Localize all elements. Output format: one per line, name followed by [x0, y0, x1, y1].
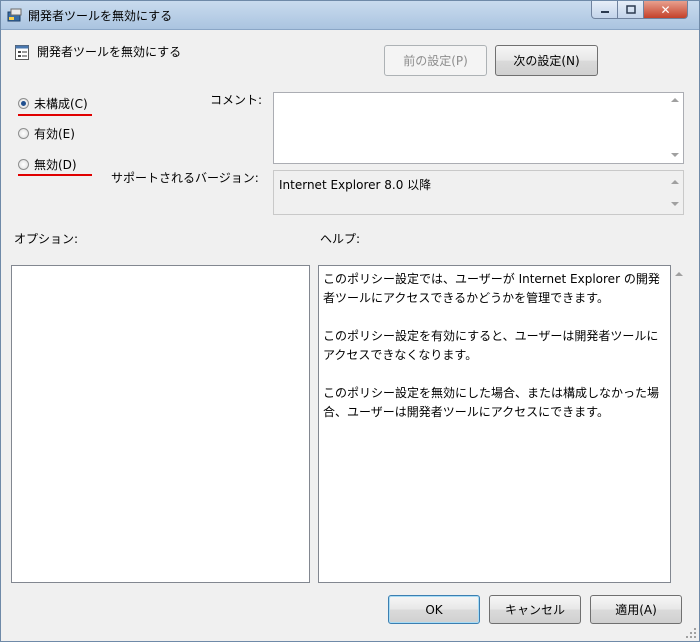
help-label: ヘルプ:	[320, 232, 361, 246]
scroll-down-icon[interactable]	[671, 202, 679, 206]
policy-title: 開発者ツールを無効にする	[37, 45, 182, 59]
options-panel	[11, 265, 310, 583]
help-panel: このポリシー設定では、ユーザーが Internet Explorer の開発者ツ…	[318, 265, 671, 583]
radio-disabled[interactable]: 無効(D)	[18, 156, 77, 173]
maximize-button[interactable]	[617, 1, 644, 19]
ok-button[interactable]: OK	[388, 595, 480, 624]
scroll-up-icon[interactable]	[675, 272, 683, 276]
supported-label: サポートされるバージョン:	[111, 171, 259, 185]
minimize-button[interactable]	[591, 1, 618, 19]
radio-label: 無効(D)	[34, 158, 77, 172]
help-paragraph: このポリシー設定を無効にした場合、または構成しなかった場合、ユーザーは開発者ツー…	[323, 386, 660, 419]
resize-grip-icon[interactable]	[685, 627, 697, 639]
cancel-button[interactable]: キャンセル	[489, 595, 581, 624]
help-paragraph: このポリシー設定では、ユーザーが Internet Explorer の開発者ツ…	[323, 272, 660, 305]
radio-label: 未構成(C)	[34, 97, 88, 111]
highlight-underline	[18, 174, 92, 176]
close-button[interactable]: ✕	[643, 1, 688, 19]
comment-scrollbar[interactable]	[668, 93, 683, 163]
title-bar[interactable]: 開発者ツールを無効にする ✕	[1, 1, 699, 30]
highlight-underline	[18, 114, 92, 116]
comment-textbox[interactable]	[273, 92, 684, 164]
dialog-window: 開発者ツールを無効にする ✕ 開発者ツールを無効にする 前の設定(P) 次の設定…	[0, 0, 700, 642]
scroll-up-icon[interactable]	[671, 180, 679, 184]
help-text: このポリシー設定では、ユーザーが Internet Explorer の開発者ツ…	[323, 270, 666, 441]
supported-versions-box: Internet Explorer 8.0 以降	[273, 170, 684, 215]
window-title: 開発者ツールを無効にする	[28, 9, 173, 23]
maximize-icon	[625, 5, 636, 14]
supported-versions-value: Internet Explorer 8.0 以降	[279, 178, 432, 192]
options-label: オプション:	[14, 232, 79, 246]
minimize-icon	[600, 10, 609, 13]
next-setting-button[interactable]: 次の設定(N)	[495, 45, 598, 76]
scroll-down-icon[interactable]	[671, 153, 679, 157]
radio-label: 有効(E)	[34, 127, 75, 141]
radio-button[interactable]	[18, 98, 29, 109]
policy-setting-icon	[15, 45, 29, 60]
close-icon: ✕	[660, 2, 671, 17]
radio-button[interactable]	[18, 159, 29, 170]
previous-setting-button[interactable]: 前の設定(P)	[384, 45, 487, 76]
help-scrollbar[interactable]	[672, 265, 687, 583]
supported-scrollbar[interactable]	[668, 171, 683, 214]
dialog-content: 開発者ツールを無効にする 前の設定(P) 次の設定(N) 未構成(C) 有効(E…	[1, 30, 699, 641]
radio-enabled[interactable]: 有効(E)	[18, 125, 75, 142]
scroll-up-icon[interactable]	[671, 98, 679, 102]
radio-button[interactable]	[18, 128, 29, 139]
policy-app-icon	[7, 8, 22, 22]
comment-label: コメント:	[210, 93, 263, 107]
help-paragraph: このポリシー設定を有効にすると、ユーザーは開発者ツールにアクセスできなくなります…	[323, 329, 659, 362]
radio-not-configured[interactable]: 未構成(C)	[18, 95, 88, 112]
apply-button[interactable]: 適用(A)	[590, 595, 682, 624]
